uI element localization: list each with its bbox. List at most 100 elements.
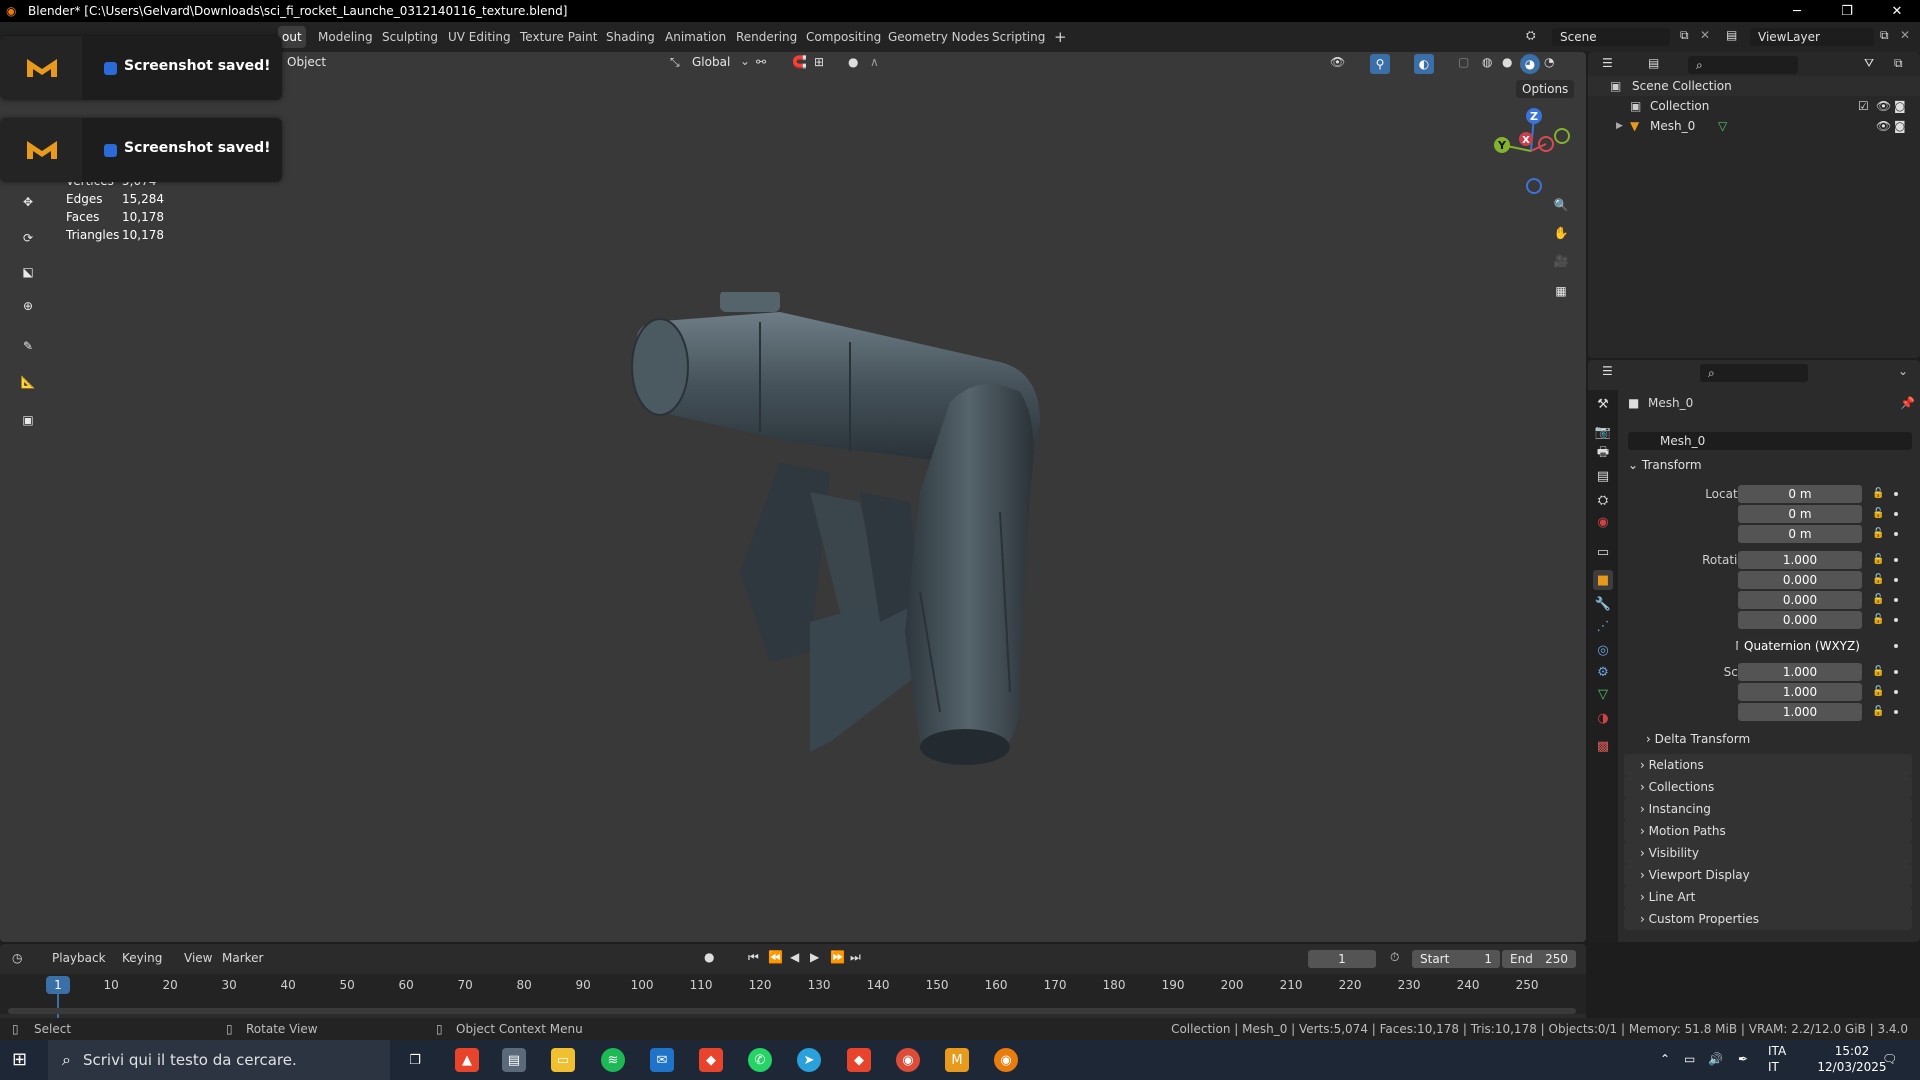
render-camera-icon[interactable]: ◙	[1894, 116, 1906, 136]
tab-modeling[interactable]: Modeling	[310, 26, 381, 48]
render-tab-icon[interactable]: 📷	[1593, 422, 1613, 442]
eye-icon[interactable]: 👁	[1876, 116, 1891, 136]
tab-uv-editing[interactable]: UV Editing	[440, 26, 519, 48]
transform-tool-icon[interactable]: ⊕	[12, 290, 44, 322]
tab-scripting[interactable]: Scripting	[984, 26, 1053, 48]
keyframe-dot[interactable]	[1894, 558, 1898, 562]
spotify-icon[interactable]: ≋	[601, 1048, 625, 1072]
notification-center-icon[interactable]: 🗨	[1882, 1052, 1897, 1066]
jump-keyframe-back-icon[interactable]: ⏪	[768, 950, 783, 964]
end-frame-field[interactable]: End 250	[1502, 950, 1576, 968]
eye-icon[interactable]: 👁	[1876, 96, 1891, 116]
keyframe-dot[interactable]	[1894, 670, 1898, 674]
chevron-up-icon[interactable]: ⌃	[1660, 1052, 1670, 1066]
section-relations[interactable]: › Relations	[1624, 754, 1912, 776]
blender-taskbar-icon[interactable]: ◉	[994, 1048, 1018, 1072]
add-workspace-button[interactable]: +	[1046, 26, 1075, 48]
view-menu[interactable]: View	[184, 951, 212, 965]
play-reverse-icon[interactable]: ◀	[790, 950, 799, 964]
zoom-icon[interactable]: 🔍	[1548, 192, 1574, 218]
snap-target-icon[interactable]: ⊞	[814, 55, 824, 69]
chrome-icon[interactable]: ◉	[896, 1048, 920, 1072]
notification-toast[interactable]: Screenshot saved!	[0, 118, 282, 182]
keyframe-dot[interactable]	[1894, 512, 1898, 516]
meshy-app-icon[interactable]: M	[945, 1048, 969, 1072]
snap-icon[interactable]: 🧲	[792, 55, 807, 69]
keyframe-dot[interactable]	[1894, 578, 1898, 582]
rotation-mode-dropdown[interactable]: Quaternion (WXYZ)	[1738, 637, 1862, 655]
rotation-y-field[interactable]: 0.000	[1738, 591, 1862, 609]
record-icon[interactable]: ●	[704, 950, 714, 964]
lock-icon[interactable]: 🔓	[1872, 666, 1884, 678]
taskbar-search[interactable]: ⌕ Scrivi qui il testo da cercare.	[48, 1040, 390, 1080]
keyframe-dot[interactable]	[1894, 710, 1898, 714]
timeline-editor-icon[interactable]: ◷	[12, 951, 22, 965]
start-frame-field[interactable]: Start 1	[1412, 950, 1500, 968]
expand-arrow-icon[interactable]: ▶	[1616, 116, 1623, 136]
jump-keyframe-forward-icon[interactable]: ⏩	[830, 950, 845, 964]
restore-button[interactable]: ❐	[1824, 0, 1870, 22]
windows-start-icon[interactable]: ⊞	[12, 1049, 27, 1070]
properties-search-input[interactable]: ⌕	[1700, 364, 1808, 382]
tab-geometry-nodes[interactable]: Geometry Nodes	[880, 26, 997, 48]
3d-viewport[interactable]: Object ⤡ Global ⌄ ⚯ 🧲 ⊞ ● ∧ 👁 ⚲ ◐ ▢ ◍ ● …	[0, 52, 1586, 942]
move-tool-icon[interactable]: ✥	[12, 186, 44, 218]
mail-icon[interactable]: ✉	[650, 1048, 674, 1072]
mode-label[interactable]: Object	[287, 55, 326, 69]
mesh-data-icon[interactable]: ▽	[1718, 116, 1727, 136]
scale-y-field[interactable]: 1.000	[1738, 683, 1862, 701]
overlay-toggle-icon[interactable]: ◐	[1414, 54, 1434, 74]
timeline-scrollbar[interactable]	[8, 1008, 1576, 1014]
gizmo-neg-y[interactable]	[1554, 128, 1570, 144]
task-view-icon[interactable]: ❐	[403, 1048, 427, 1072]
rendered-shading-icon[interactable]: ◔	[1544, 55, 1554, 69]
section-visibility[interactable]: › Visibility	[1624, 842, 1912, 864]
chevron-down-icon[interactable]: ⌄	[1898, 364, 1908, 378]
new-collection-icon[interactable]: ⧉	[1894, 56, 1903, 71]
lock-icon[interactable]: 🔓	[1872, 554, 1884, 566]
object-name-field[interactable]: Mesh_0	[1628, 432, 1912, 450]
rocket-launcher-mesh[interactable]	[620, 292, 1120, 922]
keyframe-dot[interactable]	[1894, 690, 1898, 694]
new-scene-icon[interactable]: ⧉	[1680, 28, 1689, 43]
rotation-w-field[interactable]: 1.000	[1738, 551, 1862, 569]
store-app-icon[interactable]: ▤	[502, 1048, 526, 1072]
lock-icon[interactable]: 🔓	[1872, 686, 1884, 698]
view-layer-tab-icon[interactable]: ▤	[1593, 466, 1613, 486]
brave-nightly-icon[interactable]: ◆	[847, 1048, 871, 1072]
display-mode-icon[interactable]: ▤	[1648, 56, 1659, 70]
transform-panel-header[interactable]: ⌄ Transform	[1628, 458, 1702, 472]
wireframe-shading-icon[interactable]: ◍	[1482, 55, 1492, 69]
rotation-z-field[interactable]: 0.000	[1738, 611, 1862, 629]
lock-icon[interactable]: 🔓	[1872, 508, 1884, 520]
proportional-edit-icon[interactable]: ●	[848, 55, 858, 69]
pivot-icon[interactable]: ⚯	[756, 55, 766, 69]
rotate-tool-icon[interactable]: ⟳	[12, 222, 44, 254]
lock-icon[interactable]: 🔓	[1872, 614, 1884, 626]
tab-compositing[interactable]: Compositing	[798, 26, 889, 48]
current-frame-field[interactable]: 1	[1308, 950, 1376, 968]
scale-tool-icon[interactable]: ⬕	[12, 256, 44, 288]
new-view-layer-icon[interactable]: ⧉	[1880, 28, 1889, 43]
rotation-x-field[interactable]: 0.000	[1738, 571, 1862, 589]
pan-hand-icon[interactable]: ✋	[1548, 220, 1574, 246]
section-line-art[interactable]: › Line Art	[1624, 886, 1912, 908]
minimize-button[interactable]: ─	[1774, 0, 1820, 22]
xray-icon[interactable]: ▢	[1458, 55, 1469, 69]
render-camera-icon[interactable]: ◙	[1894, 96, 1906, 116]
playback-menu[interactable]: Playback	[52, 951, 106, 965]
clock-date[interactable]: 12/03/2025	[1812, 1060, 1892, 1074]
view-layer-field[interactable]: ViewLayer	[1750, 28, 1874, 46]
texture-tab-icon[interactable]: ▩	[1593, 736, 1613, 756]
volume-icon[interactable]: 🔊	[1708, 1052, 1723, 1066]
close-button[interactable]: ✕	[1874, 0, 1920, 22]
gizmo-toggle-icon[interactable]: ⚲	[1370, 54, 1390, 74]
section-custom-properties[interactable]: › Custom Properties	[1624, 908, 1912, 930]
transform-orientation-dropdown[interactable]: Global	[692, 55, 730, 69]
network-icon[interactable]: ▭	[1684, 1052, 1695, 1066]
brave-browser-icon[interactable]: ◆	[699, 1048, 723, 1072]
notification-toast[interactable]: Screenshot saved!	[0, 36, 282, 100]
telegram-icon[interactable]: ➤	[797, 1048, 821, 1072]
keyframe-dot[interactable]	[1894, 644, 1898, 648]
delete-view-layer-icon[interactable]: ✕	[1900, 28, 1910, 42]
